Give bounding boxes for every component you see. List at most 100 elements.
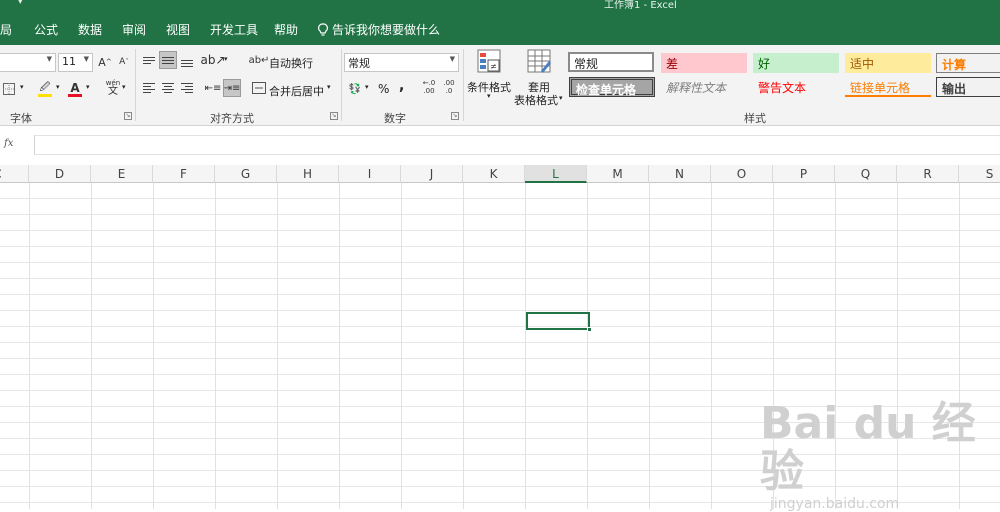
format-as-table-label-2: 表格格式 [514, 94, 558, 107]
column-header-s[interactable]: S [959, 165, 1000, 183]
increase-decimal-button[interactable]: ←.0.00 [420, 78, 438, 96]
chevron-down-icon[interactable]: ▾ [327, 83, 331, 91]
increase-indent-button[interactable]: ⇥≡ [223, 79, 241, 97]
shrink-font-button[interactable]: Aˇ [115, 53, 133, 71]
percent-button[interactable]: % [378, 82, 389, 96]
tab-review[interactable]: 审阅 [122, 21, 146, 38]
column-header-o[interactable]: O [711, 165, 773, 183]
wrap-text-button[interactable]: 自动换行 [269, 55, 313, 71]
alignment-group-label: 对齐方式 [210, 112, 254, 125]
chevron-down-icon[interactable]: ▾ [122, 83, 126, 91]
watermark-url: jingyan.baidu.com [770, 496, 900, 512]
chevron-down-icon[interactable]: ▾ [86, 83, 90, 91]
comma-style-button[interactable]: , [399, 78, 404, 94]
column-header-i[interactable]: I [339, 165, 401, 183]
ribbon-tabs: 局 公式 数据 审阅 视图 开发工具 帮助 告诉我你想要做什么 [0, 10, 1000, 45]
column-header-r[interactable]: R [897, 165, 959, 183]
orientation-button[interactable]: ab↗ [200, 51, 225, 69]
font-size-combobox[interactable]: 11 ▼ [58, 53, 93, 72]
format-as-table-button[interactable]: 套用 表格格式 ▾ [512, 49, 564, 107]
style-bad[interactable]: 差 [661, 53, 747, 73]
chevron-down-icon[interactable]: ▾ [224, 55, 228, 63]
column-header-c[interactable]: C [0, 165, 29, 183]
fill-color-button[interactable]: 🖉 [36, 80, 54, 98]
phonetic-guide-button[interactable]: wén 文 [104, 79, 122, 97]
tab-help[interactable]: 帮助 [274, 21, 298, 38]
number-group-label: 数字 [384, 112, 406, 125]
align-middle-button[interactable] [159, 51, 177, 69]
font-color-button[interactable]: A [66, 80, 84, 98]
chevron-down-icon[interactable]: ▼ [47, 55, 52, 63]
style-output[interactable]: 输出 [936, 77, 1000, 97]
chevron-down-icon[interactable]: ▼ [84, 55, 89, 63]
conditional-format-button[interactable]: ≠ 条件格式 ▾ [467, 49, 513, 107]
lightbulb-icon [318, 23, 328, 36]
merge-center-button[interactable]: 合并后居中 [269, 83, 324, 99]
conditional-format-icon: ≠ [477, 49, 501, 73]
tab-page-layout[interactable]: 局 [0, 21, 12, 38]
merge-center-icon [250, 79, 268, 97]
align-top-button[interactable] [140, 51, 158, 69]
align-left-button[interactable] [140, 79, 158, 97]
borders-button[interactable] [0, 80, 18, 98]
alignment-dialog-launcher-icon[interactable]: ↘ [330, 112, 338, 120]
number-format-combobox[interactable]: 常规 ▼ [344, 53, 459, 72]
style-normal[interactable]: 常规 [568, 52, 654, 72]
quick-access-dropdown[interactable]: ▾ [18, 0, 23, 7]
column-header-j[interactable]: J [401, 165, 463, 183]
font-dialog-launcher-icon[interactable]: ↘ [124, 112, 132, 120]
style-explanatory[interactable]: 解释性文本 [661, 77, 747, 97]
ribbon: ▼ 11 ▼ A ^ Aˇ ▾ 🖉 ▾ A ▾ wén 文 ▾ 字体 ↘ ab↗ … [0, 45, 1000, 126]
chevron-down-icon[interactable]: ▾ [20, 83, 24, 91]
chevron-down-icon[interactable]: ▼ [450, 55, 455, 63]
align-right-button[interactable] [178, 79, 196, 97]
chevron-down-icon: ▾ [487, 92, 491, 100]
insert-function-button[interactable]: fx [4, 138, 28, 152]
column-header-h[interactable]: H [277, 165, 339, 183]
styles-group-label: 样式 [744, 112, 766, 125]
align-center-button[interactable] [159, 79, 177, 97]
column-header-q[interactable]: Q [835, 165, 897, 183]
column-header-g[interactable]: G [215, 165, 277, 183]
group-separator [463, 49, 464, 121]
column-header-k[interactable]: K [463, 165, 525, 183]
tab-formulas[interactable]: 公式 [34, 21, 58, 38]
accounting-format-button[interactable]: 💱 [346, 80, 364, 98]
grow-font-button[interactable]: A ^ [96, 53, 114, 71]
align-bottom-button[interactable] [178, 51, 196, 69]
tab-view[interactable]: 视图 [166, 21, 190, 38]
decrease-decimal-button[interactable]: .00.0 [440, 78, 458, 96]
style-linked-cell[interactable]: 链接单元格 [845, 77, 931, 97]
chevron-down-icon[interactable]: ▾ [365, 83, 369, 91]
svg-text:≠: ≠ [490, 62, 497, 71]
tab-data[interactable]: 数据 [78, 21, 102, 38]
style-neutral[interactable]: 适中 [845, 53, 931, 73]
active-cell-selection[interactable] [526, 312, 592, 332]
column-header-f[interactable]: F [153, 165, 215, 183]
column-header-p[interactable]: P [773, 165, 835, 183]
font-name-combobox[interactable]: ▼ [0, 53, 56, 72]
style-warning[interactable]: 警告文本 [753, 77, 839, 97]
wrap-text-icon: ab↵ [248, 54, 270, 66]
increase-decimal-label: .00 [423, 87, 435, 95]
column-header-n[interactable]: N [649, 165, 711, 183]
style-check-cell[interactable]: 检查单元格 [569, 77, 655, 97]
column-header-e[interactable]: E [91, 165, 153, 183]
number-dialog-launcher-icon[interactable]: ↘ [451, 112, 459, 120]
group-separator [341, 49, 342, 121]
fill-handle[interactable] [587, 327, 592, 332]
group-separator [135, 49, 136, 121]
column-header-d[interactable]: D [29, 165, 91, 183]
style-calculation[interactable]: 计算 [936, 53, 1000, 73]
chevron-down-icon[interactable]: ▾ [56, 83, 60, 91]
tell-me-search[interactable]: 告诉我你想要做什么 [318, 21, 440, 38]
decrease-indent-button[interactable]: ⇤≡ [204, 79, 222, 97]
text-orientation-icon: ab↗ [200, 53, 226, 67]
column-header-m[interactable]: M [587, 165, 649, 183]
tab-developer[interactable]: 开发工具 [210, 21, 258, 38]
column-header-l[interactable]: L [525, 165, 587, 183]
tell-me-label: 告诉我你想要做什么 [332, 23, 441, 37]
style-good[interactable]: 好 [753, 53, 839, 73]
formula-input[interactable] [34, 135, 1000, 155]
outdent-icon: ⇤≡ [204, 82, 222, 94]
